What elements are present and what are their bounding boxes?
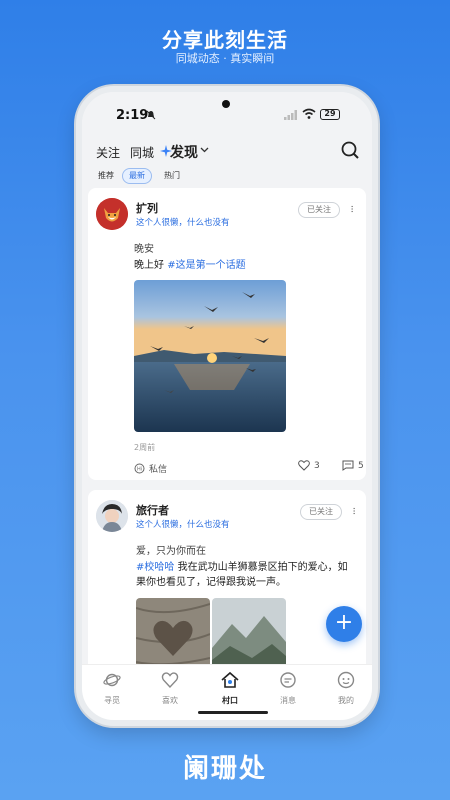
brand-logo: 阑珊处 (182, 754, 267, 784)
muted-bell-icon (146, 110, 156, 120)
promo-title: 分享此刻生活 (162, 28, 288, 52)
chevron-down-icon[interactable] (200, 147, 209, 153)
message-icon (280, 672, 296, 688)
front-camera (222, 100, 230, 108)
app-screen: 2:19 29 关注 同城 发现 推荐 最新 热门 扩列 这个人很懒，什么也没有… (82, 92, 372, 720)
nav-village[interactable]: 村口 (210, 671, 250, 706)
create-post-button[interactable]: + (326, 606, 362, 642)
author-bio: 这个人很懒，什么也没有 (136, 520, 230, 530)
message-action[interactable]: Hi 私信 (134, 462, 167, 475)
post-title: 爱，只为你而在 (136, 546, 206, 557)
post-card[interactable]: 旅行者 这个人很懒，什么也没有 已关注 ··· 爱，只为你而在 #校哈哈 我在武… (88, 490, 366, 666)
battery-indicator: 29 (320, 109, 340, 120)
status-bar: 2:19 29 (82, 92, 372, 132)
avatar[interactable] (96, 500, 128, 532)
heart-rock-photo (136, 598, 210, 666)
subtab-latest[interactable]: 最新 (122, 168, 152, 184)
traveler-avatar-icon (96, 500, 128, 532)
author-name[interactable]: 旅行者 (136, 502, 169, 518)
mountain-photo (212, 598, 286, 666)
like-count: 3 (314, 460, 320, 471)
tab-discover[interactable]: 发现 (170, 142, 198, 162)
follow-button[interactable]: 已关注 (298, 202, 340, 218)
post-feed[interactable]: 扩列 这个人很懒，什么也没有 已关注 ··· 晚安 晚上好 #这是第一个话题 2… (82, 188, 372, 666)
tab-local[interactable]: 同城 (130, 144, 154, 161)
planet-icon (103, 673, 121, 687)
nav-messages[interactable]: 消息 (268, 671, 308, 706)
promo-subtitle: 同城动态 · 真实瞬间 (175, 52, 275, 65)
status-time: 2:19 (116, 108, 149, 123)
more-options-icon[interactable]: ··· (345, 205, 358, 213)
post-title: 晚安 (134, 244, 154, 255)
svg-text:Hi: Hi (137, 467, 142, 473)
follow-button[interactable]: 已关注 (300, 504, 342, 520)
like-action[interactable]: 3 (298, 460, 320, 471)
post-timestamp: 2周前 (134, 443, 156, 452)
comment-icon (342, 460, 354, 471)
post-image[interactable] (136, 598, 210, 666)
tab-following[interactable]: 关注 (96, 144, 120, 161)
avatar[interactable] (96, 198, 128, 230)
heart-icon (298, 460, 310, 471)
author-bio: 这个人很懒，什么也没有 (136, 218, 230, 228)
home-indicator[interactable] (198, 711, 268, 714)
more-options-icon[interactable]: ··· (347, 507, 360, 515)
post-image[interactable] (134, 280, 286, 432)
message-icon: Hi (134, 463, 145, 474)
phone-frame: 2:19 29 关注 同城 发现 推荐 最新 热门 扩列 这个人很懒，什么也没有… (76, 86, 378, 726)
comment-count: 5 (358, 460, 364, 471)
nav-explore[interactable]: 寻觅 (92, 671, 132, 706)
post-image[interactable] (212, 598, 286, 666)
village-icon (221, 671, 239, 688)
profile-icon (337, 671, 355, 689)
nav-likes[interactable]: 喜欢 (150, 671, 190, 706)
search-icon[interactable] (340, 140, 360, 160)
post-card[interactable]: 扩列 这个人很懒，什么也没有 已关注 ··· 晚安 晚上好 #这是第一个话题 2… (88, 188, 366, 480)
nav-profile[interactable]: 我的 (326, 671, 366, 706)
hashtag-link[interactable]: #校哈哈 (136, 562, 174, 573)
wifi-icon (302, 108, 316, 119)
sunset-seagulls-photo (134, 280, 286, 432)
bottom-nav: 寻觅 喜欢 村口 消息 我的 (82, 664, 372, 720)
subtab-hot[interactable]: 热门 (158, 168, 186, 184)
fox-avatar-icon (96, 198, 128, 230)
hashtag-link[interactable]: #这是第一个话题 (167, 260, 245, 271)
subtab-recommended[interactable]: 推荐 (92, 168, 120, 184)
sub-tabs: 推荐 最新 热门 (82, 166, 372, 188)
top-nav: 关注 同城 发现 (82, 136, 372, 166)
heart-icon (161, 672, 179, 689)
signal-icon (284, 110, 297, 120)
post-text: #校哈哈 我在武功山羊狮慕景区拍下的爱心，如 果你也看见了，记得跟我说一声。 (136, 562, 348, 588)
author-name[interactable]: 扩列 (136, 200, 158, 216)
post-text: 晚上好 #这是第一个话题 (134, 260, 246, 271)
comment-action[interactable]: 5 (342, 460, 364, 471)
